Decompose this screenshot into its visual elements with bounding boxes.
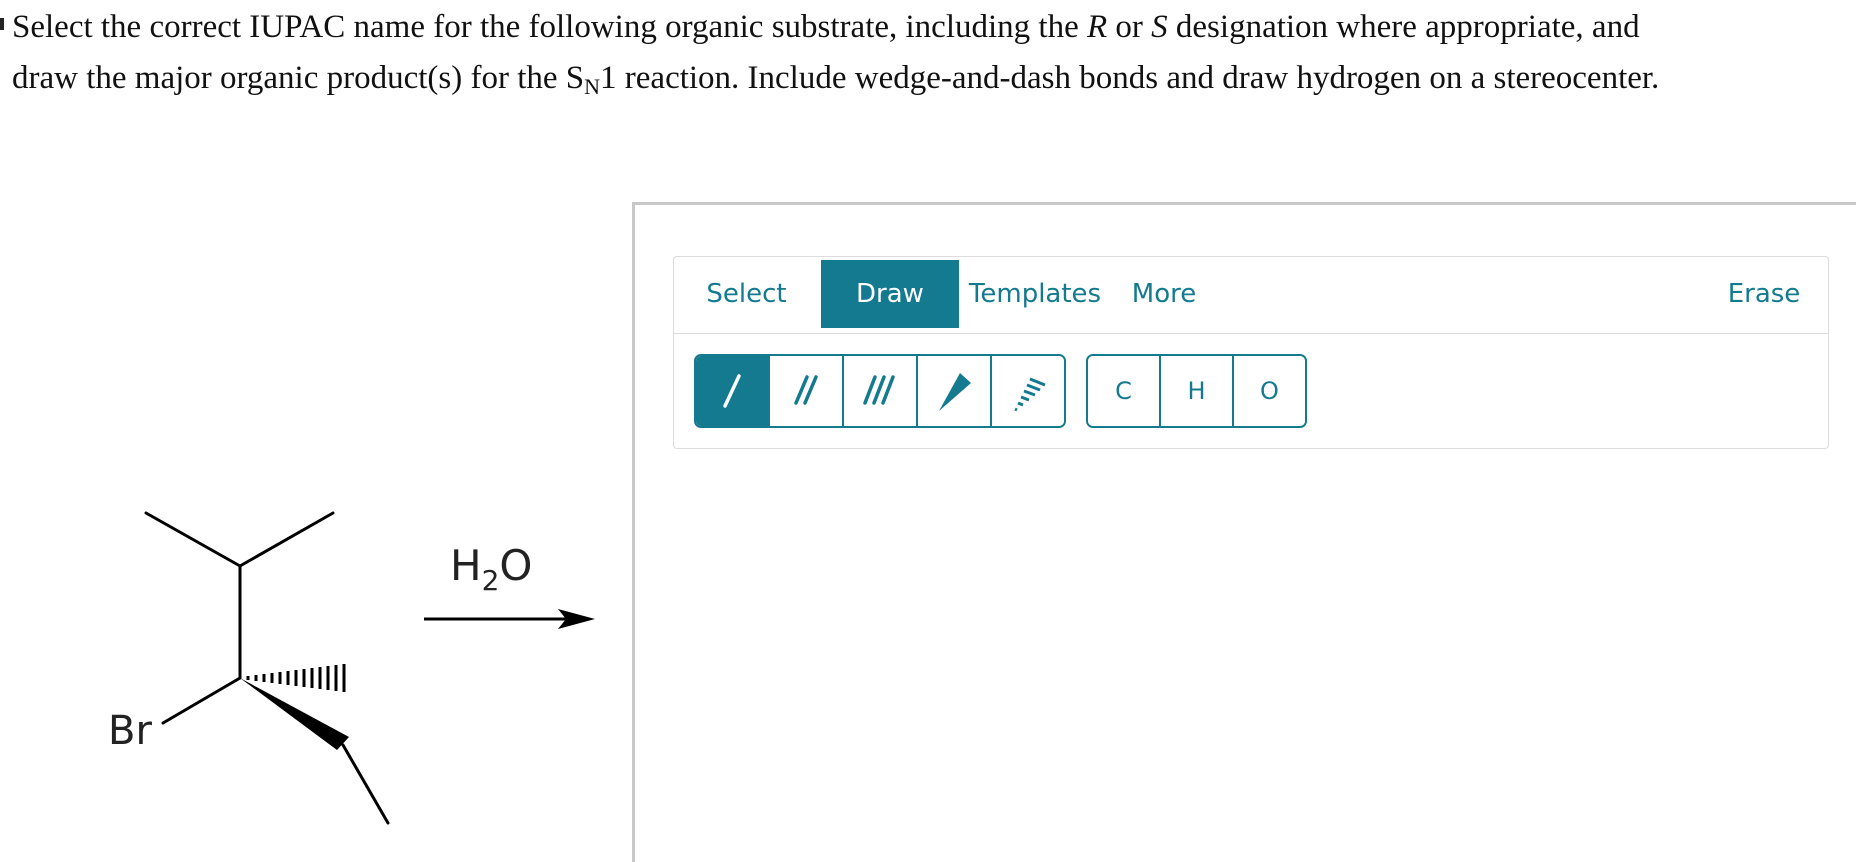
wedge-bond <box>240 678 349 750</box>
tab-draw[interactable]: Draw <box>821 260 959 328</box>
s-designation: S <box>1151 9 1168 45</box>
double-bond-icon <box>794 375 818 405</box>
substrate-structure: Br H2O <box>108 511 595 825</box>
bromine-label: Br <box>108 708 152 754</box>
question-line1-end: designation where appropriate, and <box>1167 9 1640 45</box>
r-designation: R <box>1086 9 1108 45</box>
wedge-bond-icon <box>939 373 971 411</box>
dash-bond <box>246 664 346 692</box>
question-line2-end: 1 reaction. Include wedge-and-dash bonds… <box>600 60 1660 96</box>
single-bond-icon <box>723 374 741 408</box>
atom-tool-group: C H O <box>1086 354 1307 428</box>
bond-tool-group <box>694 354 1066 428</box>
oxygen-atom-button[interactable]: O <box>1234 356 1305 426</box>
question-line2-start: draw the major organic product(s) for th… <box>12 60 585 96</box>
reagent-label: H2O <box>450 541 532 597</box>
wedge-bond-button[interactable] <box>918 356 992 426</box>
dash-bond-icon <box>1014 377 1046 412</box>
carbon-atom-button[interactable]: C <box>1088 356 1161 426</box>
toolbar-tab-row: Select Draw Templates More Erase <box>674 257 1828 334</box>
question-text: Select the correct IUPAC name for the fo… <box>12 2 1842 104</box>
question-line1-start: Select the correct IUPAC name for the fo… <box>12 9 1087 45</box>
edge-marker <box>0 18 4 30</box>
methyl-bond-left <box>144 511 242 568</box>
triple-bond-button[interactable] <box>844 356 918 426</box>
methyl-bond-right <box>238 511 335 568</box>
hydrogen-atom-button[interactable]: H <box>1161 356 1234 426</box>
tab-select[interactable]: Select <box>684 260 809 328</box>
tab-templates[interactable]: Templates <box>965 260 1105 328</box>
sn-subscript: N <box>584 74 601 99</box>
erase-button[interactable]: Erase <box>1714 260 1814 328</box>
drawing-toolbar: Select Draw Templates More Erase C H O <box>673 256 1829 449</box>
double-bond-button[interactable] <box>770 356 844 426</box>
tab-more[interactable]: More <box>1114 260 1214 328</box>
carbon-bromine-bond <box>161 676 242 725</box>
question-or: or <box>1107 9 1152 45</box>
terminal-ethyl-bond <box>341 743 390 825</box>
dash-bond-button[interactable] <box>992 356 1064 426</box>
single-bond-button[interactable] <box>696 356 770 426</box>
triple-bond-icon <box>863 375 895 405</box>
